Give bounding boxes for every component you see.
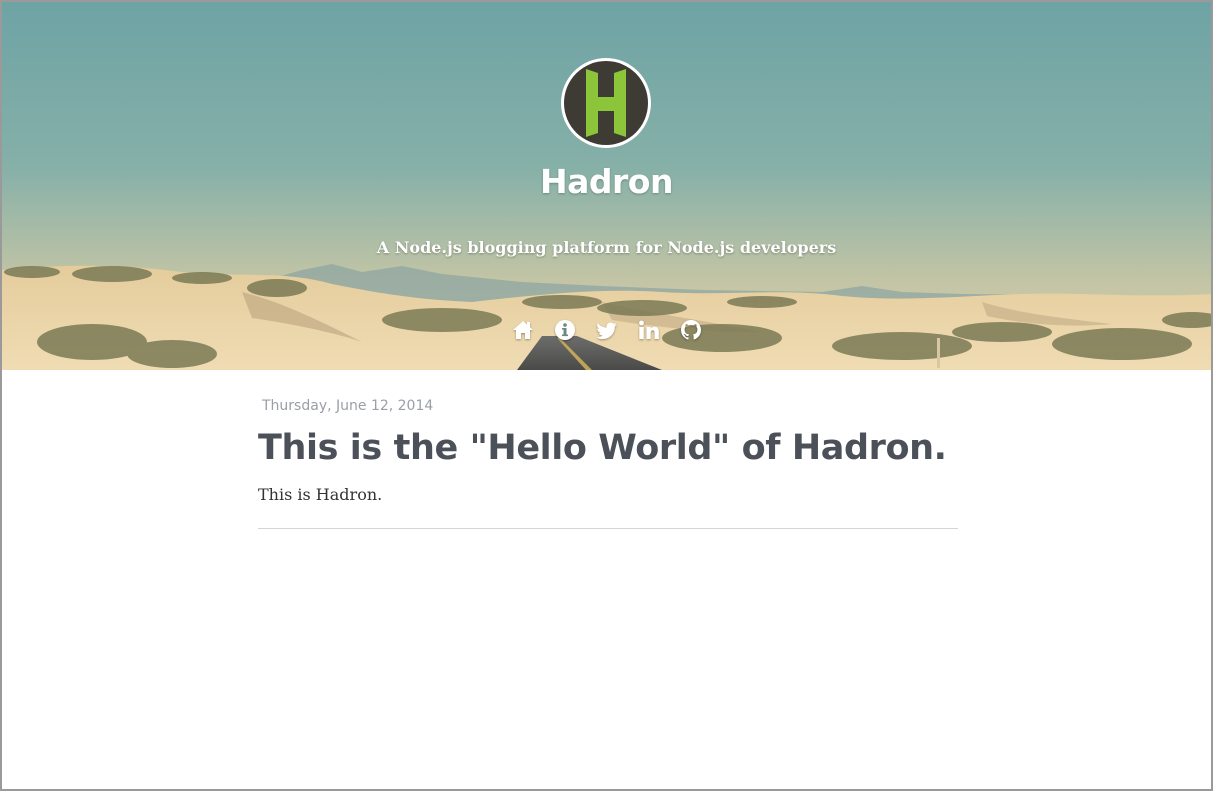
- header-hero: Hadron A Node.js blogging platform for N…: [2, 2, 1211, 370]
- home-icon: [512, 321, 533, 339]
- linkedin-link[interactable]: [638, 318, 660, 342]
- social-nav: [2, 318, 1211, 344]
- post-body: This is Hadron.: [258, 485, 383, 504]
- post-divider: [258, 528, 958, 529]
- site-tagline: A Node.js blogging platform for Node.js …: [376, 238, 837, 257]
- post-date: Thursday, June 12, 2014: [262, 398, 434, 414]
- github-icon: [680, 320, 701, 340]
- linkedin-icon: [638, 320, 659, 339]
- home-link[interactable]: [512, 318, 534, 342]
- post-title[interactable]: This is the "Hello World" of Hadron.: [258, 426, 958, 470]
- blog-post: Thursday, June 12, 2014 This is the "Hel…: [258, 396, 958, 537]
- hadron-logo[interactable]: [560, 57, 652, 149]
- github-link[interactable]: [680, 318, 702, 342]
- info-icon: [554, 320, 575, 340]
- about-link[interactable]: [554, 318, 576, 342]
- twitter-icon: [595, 322, 617, 339]
- site-title[interactable]: Hadron: [2, 162, 1211, 201]
- twitter-link[interactable]: [595, 318, 618, 342]
- page-frame: Hadron A Node.js blogging platform for N…: [0, 0, 1213, 791]
